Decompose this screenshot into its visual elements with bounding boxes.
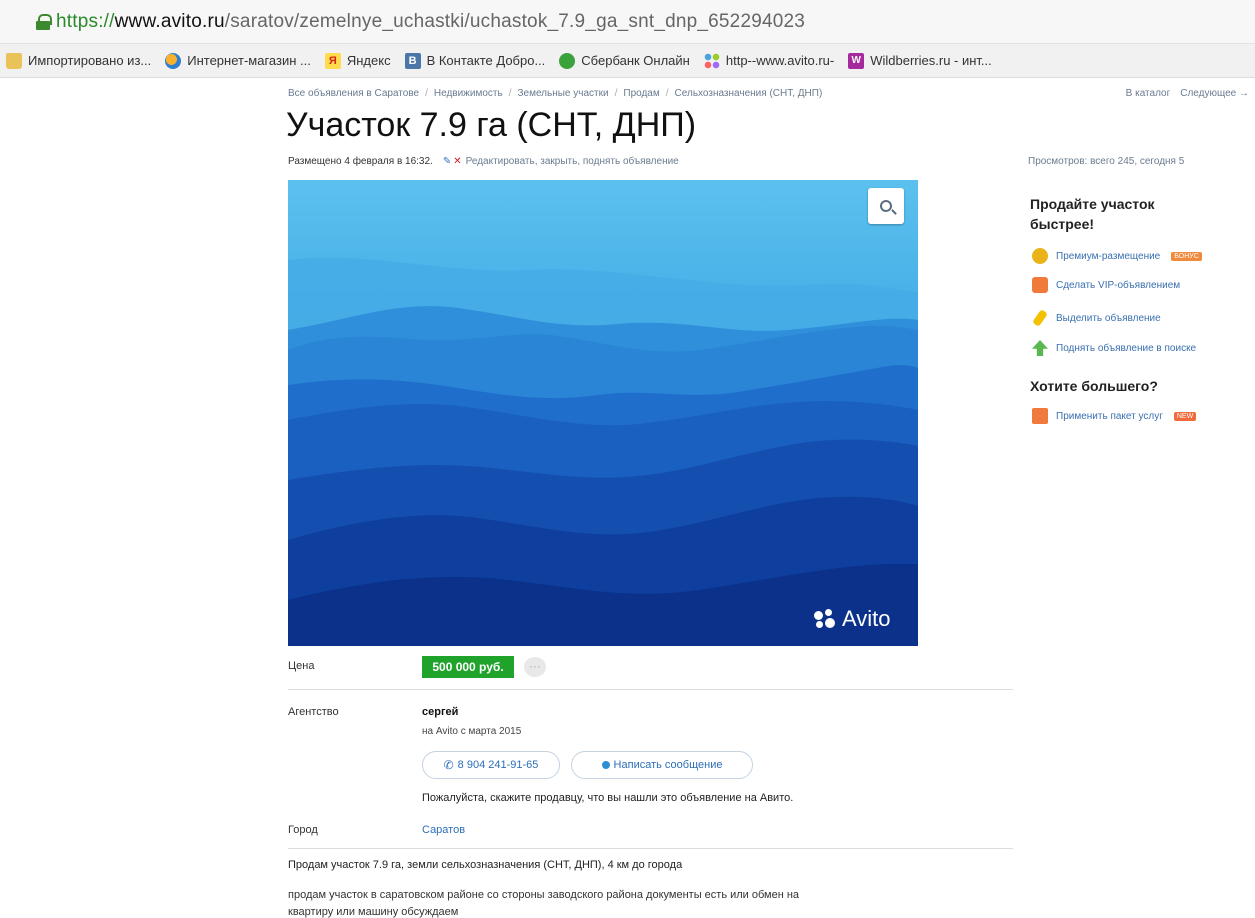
phone-icon: ✆ [443, 758, 454, 772]
views-count: Просмотров: всего 245, сегодня 5 [1028, 156, 1185, 167]
raise-option[interactable]: Поднять объявление в поиске [1032, 340, 1196, 356]
message-button[interactable]: Написать сообщение [571, 751, 753, 779]
next-link[interactable]: Следующее → [1180, 88, 1249, 99]
bookmark-sberbank[interactable]: Сбербанк Онлайн [559, 52, 690, 69]
avito-watermark: Avito [814, 606, 891, 632]
promo-title: Продайте участок быстрее! [1030, 196, 1155, 232]
premium-label: Премиум-размещение [1056, 250, 1161, 262]
more-title: Хотите большего? [1030, 378, 1158, 394]
zoom-button[interactable] [868, 188, 904, 224]
vip-option[interactable]: Сделать VIP-объявлением [1032, 277, 1180, 293]
close-icon[interactable]: ✕ [453, 156, 461, 167]
breadcrumb-separator: / [508, 88, 512, 99]
highlight-label: Выделить объявление [1056, 312, 1161, 324]
breadcrumb: Все объявления в Саратове / Недвижимость / З… [288, 88, 822, 99]
breadcrumb-item[interactable]: Земельные участки [517, 88, 608, 99]
bookmark-wildberries[interactable]: W Wildberries.ru - инт... [848, 52, 992, 69]
premium-icon [1032, 248, 1048, 264]
premium-option[interactable]: Премиум-размещение БОНУС [1032, 248, 1202, 264]
top-nav: В каталог Следующее → [1116, 88, 1249, 99]
breadcrumb-separator: / [665, 88, 669, 99]
phone-button[interactable]: ✆ 8 904 241-91-65 [422, 751, 560, 779]
address-bar[interactable]: https://www.avito.ru/saratov/zemelnye_uc… [0, 0, 1255, 44]
seller-notice: Пожалуйста, скажите продавцу, что вы наш… [422, 792, 794, 804]
bookmark-vk[interactable]: B В Контакте Добро... [404, 52, 546, 69]
url-path: /saratov/zemelnye_uchastki/uchastok_7.9_… [224, 10, 806, 32]
package-option[interactable]: Применить пакет услуг NEW [1032, 408, 1197, 424]
highlight-icon [1032, 309, 1048, 327]
watermark-text: Avito [842, 606, 891, 631]
ie-icon [165, 52, 182, 69]
divider [288, 848, 1013, 849]
bookmark-label: Сбербанк Онлайн [581, 53, 690, 68]
breadcrumb-item[interactable]: Сельхозназначения (СНТ, ДНП) [675, 88, 823, 99]
posted-date: Размещено 4 февраля в 16:32. [288, 156, 433, 167]
mountains-image [288, 180, 918, 646]
price-label: Цена [288, 660, 315, 672]
price-more-button[interactable]: ··· [524, 657, 546, 677]
folder-icon [6, 52, 22, 69]
description-headline: Продам участок 7.9 га, земли сельхозназн… [288, 859, 683, 871]
bookmark-avito[interactable]: http--www.avito.ru- [703, 52, 835, 69]
url-host: www.avito.ru [114, 10, 225, 32]
message-icon [601, 761, 610, 769]
bookmark-label: Wildberries.ru - инт... [870, 53, 992, 68]
bookmark-label: http--www.avito.ru- [725, 53, 835, 68]
price-badge: 500 000 руб. [422, 656, 514, 678]
listing-photo[interactable] [288, 180, 918, 646]
divider [288, 689, 1013, 690]
city-label: Город [288, 824, 318, 836]
seller-name[interactable]: сергей [422, 706, 458, 718]
package-label: Применить пакет услуг [1056, 410, 1163, 422]
bookmarks-bar: Импортировано из... Интернет-магазин ...… [0, 44, 1255, 78]
sberbank-icon [559, 52, 576, 69]
bookmark-label: Импортировано из... [28, 53, 152, 68]
yandex-icon: Я [324, 52, 341, 69]
avito-icon [703, 52, 720, 69]
new-badge: NEW [1173, 411, 1197, 421]
url-scheme: https:// [56, 10, 115, 32]
package-icon [1032, 408, 1048, 424]
bookmark-yandex[interactable]: Я Яндекс [324, 52, 391, 69]
avito-logo-icon [814, 609, 836, 629]
breadcrumb-separator: / [425, 88, 428, 99]
raise-icon [1032, 340, 1048, 356]
bookmark-shop[interactable]: Интернет-магазин ... [165, 52, 311, 69]
breadcrumb-separator: / [614, 88, 618, 99]
vk-icon: B [404, 52, 421, 69]
listing-meta: Размещено 4 февраля в 16:32. ✎ ✕ Редактиров… [288, 156, 679, 167]
breadcrumb-item[interactable]: Все объявления в Саратове [288, 88, 419, 99]
vip-label: Сделать VIP-объявлением [1056, 279, 1181, 291]
city-value[interactable]: Саратов [422, 824, 465, 836]
agency-label: Агентство [288, 706, 339, 718]
bookmark-label: Интернет-магазин ... [187, 53, 311, 68]
page-title: Участок 7.9 га (СНТ, ДНП) [286, 106, 697, 144]
bookmark-imported[interactable]: Импортировано из... [6, 52, 152, 69]
bookmark-label: В Контакте Добро... [426, 53, 546, 68]
zoom-icon [880, 200, 892, 212]
message-label: Написать сообщение [613, 759, 723, 771]
raise-label: Поднять объявление в поиске [1056, 342, 1197, 354]
wildberries-icon: W [848, 52, 865, 69]
bookmark-label: Яндекс [346, 53, 391, 68]
url-text[interactable]: https://www.avito.ru/saratov/zemelnye_uc… [56, 11, 805, 33]
lock-icon [36, 13, 52, 30]
breadcrumb-item[interactable]: Недвижимость [434, 88, 503, 99]
bonus-badge: БОНУС [1171, 251, 1202, 261]
vip-icon [1032, 277, 1048, 293]
edit-links[interactable]: Редактировать, закрыть, поднять объявлен… [466, 156, 679, 167]
phone-number: 8 904 241-91-65 [457, 759, 539, 771]
description-text: квартиру или машину обсуждаем [288, 906, 459, 918]
catalog-link[interactable]: В каталог [1126, 88, 1171, 99]
description-text: продам участок в саратовском районе со с… [288, 889, 800, 901]
breadcrumb-item[interactable]: Продам [623, 88, 659, 99]
highlight-option[interactable]: Выделить объявление [1032, 309, 1161, 327]
pencil-icon[interactable]: ✎ [443, 156, 451, 167]
seller-since: на Avito с марта 2015 [422, 726, 522, 737]
